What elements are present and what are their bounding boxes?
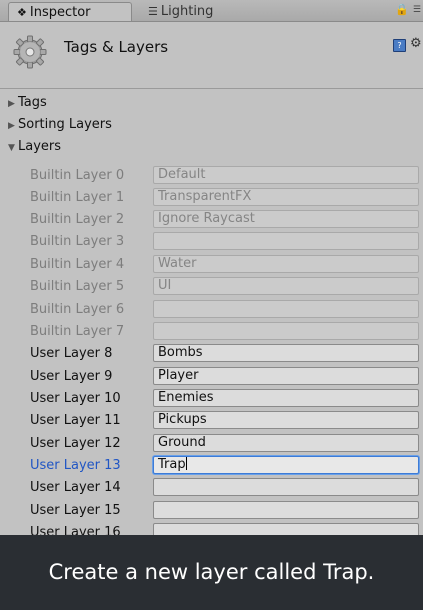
collapsed-arrow-icon: ▶ — [8, 99, 15, 109]
foldout-tags[interactable]: ▶ Tags — [8, 93, 47, 113]
tab-inspector[interactable]: ❖ Inspector — [8, 2, 132, 21]
tab-inspector-label: Inspector — [29, 5, 91, 20]
layer-label: Builtin Layer 6 — [30, 302, 125, 317]
layer-row: Builtin Layer 3 — [0, 231, 423, 253]
layer-label: User Layer 15 — [30, 503, 121, 518]
layer-name-field[interactable] — [153, 478, 419, 496]
header-divider — [0, 88, 423, 89]
lock-icon[interactable]: 🔒 — [395, 3, 409, 16]
layer-label: Builtin Layer 5 — [30, 279, 125, 294]
tab-menu-icon[interactable]: ☰ — [413, 5, 421, 15]
layer-name-field — [153, 232, 419, 250]
foldout-sorting-layers-label: Sorting Layers — [18, 117, 112, 132]
layer-row: User Layer 11 Pickups — [0, 410, 423, 432]
layer-label: User Layer 10 — [30, 391, 121, 406]
layer-row: User Layer 15 — [0, 500, 423, 522]
instruction-caption: Create a new layer called Trap. — [0, 535, 423, 610]
layer-label: User Layer 9 — [30, 369, 113, 384]
layer-row: Builtin Layer 2 Ignore Raycast — [0, 209, 423, 231]
layer-label: User Layer 11 — [30, 413, 121, 428]
layer-name-field[interactable]: Pickups — [153, 411, 419, 429]
layer-label: Builtin Layer 2 — [30, 212, 125, 227]
layer-name-field-active[interactable]: Trap — [153, 456, 419, 474]
help-book-icon[interactable]: ? — [393, 39, 406, 52]
layer-row: Builtin Layer 6 — [0, 299, 423, 321]
settings-cog-icon[interactable]: ⚙ — [410, 36, 422, 51]
layer-row: Builtin Layer 7 — [0, 321, 423, 343]
layer-name-field — [153, 300, 419, 318]
layer-label: Builtin Layer 3 — [30, 234, 125, 249]
layer-label: User Layer 13 — [30, 458, 121, 473]
layer-name-field — [153, 322, 419, 340]
gear-icon — [13, 35, 47, 69]
info-icon: ❖ — [17, 6, 27, 19]
layer-row: User Layer 10 Enemies — [0, 388, 423, 410]
layer-label: Builtin Layer 4 — [30, 257, 125, 272]
layer-name-field[interactable]: Enemies — [153, 389, 419, 407]
layer-row-focused: User Layer 13 Trap — [0, 455, 423, 477]
layer-row: User Layer 9 Player — [0, 366, 423, 388]
layer-row: Builtin Layer 5 UI — [0, 276, 423, 298]
layer-row: Builtin Layer 1 TransparentFX — [0, 187, 423, 209]
text-caret — [185, 457, 187, 470]
foldout-tags-label: Tags — [18, 95, 47, 110]
page-title: Tags & Layers — [64, 38, 169, 56]
layer-name-field: Default — [153, 166, 419, 184]
expanded-arrow-icon: ▼ — [8, 143, 15, 153]
layer-label: Builtin Layer 0 — [30, 168, 125, 183]
layer-name-text: Trap — [158, 457, 186, 472]
layer-name-field: Ignore Raycast — [153, 210, 419, 228]
layer-name-field[interactable]: Bombs — [153, 344, 419, 362]
layer-name-field: UI — [153, 277, 419, 295]
layer-name-field[interactable]: Ground — [153, 434, 419, 452]
tab-lighting-label: Lighting — [160, 4, 214, 19]
layer-name-field[interactable] — [153, 501, 419, 519]
foldout-layers-label: Layers — [18, 139, 62, 154]
layer-name-field[interactable]: Player — [153, 367, 419, 385]
layer-row: Builtin Layer 0 Default — [0, 165, 423, 187]
layer-label: User Layer 12 — [30, 436, 121, 451]
layer-label: User Layer 8 — [30, 346, 113, 361]
lighting-icon: ☰ — [148, 5, 158, 18]
layer-row: User Layer 8 Bombs — [0, 343, 423, 365]
tab-lighting[interactable]: ☰ Lighting — [140, 2, 260, 21]
layer-label: Builtin Layer 1 — [30, 190, 125, 205]
layer-row: Builtin Layer 4 Water — [0, 254, 423, 276]
collapsed-arrow-icon: ▶ — [8, 121, 15, 131]
foldout-sorting-layers[interactable]: ▶ Sorting Layers — [8, 115, 112, 135]
foldout-layers[interactable]: ▼ Layers — [8, 137, 61, 157]
layer-label: User Layer 14 — [30, 480, 121, 495]
tab-bar: ❖ Inspector ☰ Lighting 🔒 ☰ — [0, 0, 423, 22]
layer-name-field: TransparentFX — [153, 188, 419, 206]
layer-row: User Layer 12 Ground — [0, 433, 423, 455]
layer-name-field: Water — [153, 255, 419, 273]
layer-row: User Layer 14 — [0, 477, 423, 499]
layer-label: Builtin Layer 7 — [30, 324, 125, 339]
